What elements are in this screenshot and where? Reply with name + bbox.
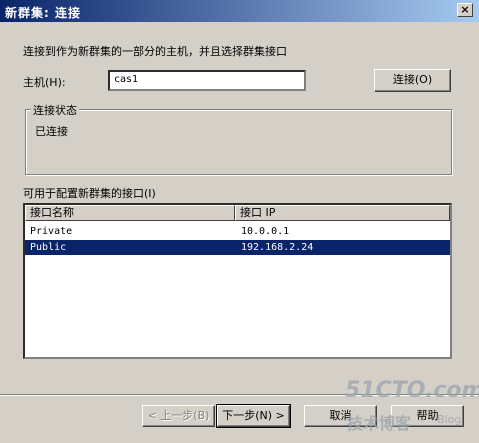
connect-button[interactable]: 连接(O) <box>374 69 451 92</box>
watermark-subtitle: 技术博客 <box>347 414 412 433</box>
interface-name: Public <box>30 242 67 253</box>
host-label: 主机(H): <box>23 76 66 89</box>
back-button[interactable]: < 上一步(B) <box>142 405 215 427</box>
intro-text: 连接到作为新群集的一部分的主机，并且选择群集接口 <box>23 45 287 58</box>
close-button[interactable]: × <box>457 3 473 17</box>
interface-ip: 192.168.2.24 <box>241 242 314 253</box>
interface-name: Private <box>30 226 73 237</box>
connection-status-text: 已连接 <box>35 125 68 138</box>
list-item[interactable]: Private 10.0.0.1 <box>25 224 450 239</box>
connection-status-label: 连接状态 <box>31 102 79 118</box>
watermark-logo: 51CTO.com <box>345 378 479 403</box>
interface-ip: 10.0.0.1 <box>241 226 290 237</box>
connection-status-group <box>25 109 452 175</box>
interfaces-list[interactable]: 接口名称 接口 IP Private 10.0.0.1 Public 192.1… <box>23 203 452 359</box>
host-input[interactable]: cas1 <box>108 70 306 91</box>
column-header-ip[interactable]: 接口 IP <box>235 205 450 221</box>
next-button[interactable]: 下一步(N) > <box>216 404 291 428</box>
interfaces-label: 可用于配置新群集的接口(I) <box>23 187 156 200</box>
window-title: 新群集: 连接 <box>5 6 81 20</box>
list-item[interactable]: Public 192.168.2.24 <box>25 240 450 255</box>
close-icon: × <box>460 3 470 16</box>
column-header-name[interactable]: 接口名称 <box>25 205 235 221</box>
watermark-tag: Blog <box>437 413 462 426</box>
title-bar: 新群集: 连接 × <box>0 0 479 22</box>
